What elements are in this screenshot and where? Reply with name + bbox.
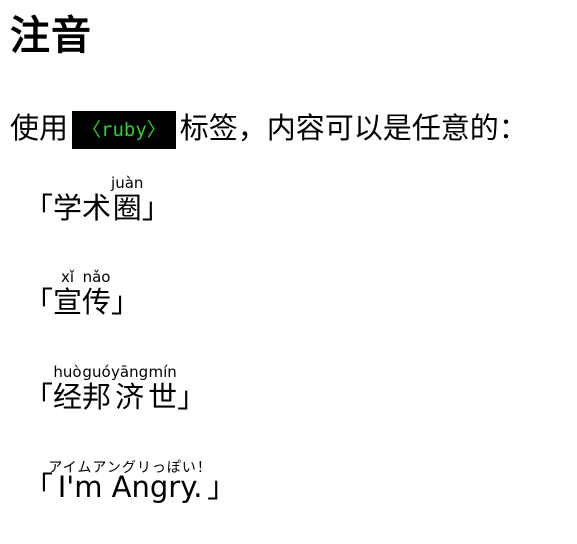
open-bracket: 「 — [24, 285, 54, 319]
ruby-text: nǎo — [82, 268, 112, 286]
ruby-base: 学术 — [53, 191, 112, 225]
ruby-text: guó — [82, 363, 112, 381]
ruby-base: 经 — [53, 380, 83, 414]
ruby-text: juàn — [111, 174, 144, 192]
ruby-annotation: 宣xǐ传nǎo — [53, 269, 112, 319]
ruby-base: 邦 — [82, 380, 112, 414]
open-bracket: 「 — [24, 380, 54, 414]
intro-text-after: 标签，内容可以是任意的： — [179, 111, 528, 145]
example-im-angry: 「I'm Angry.アイムアングリっぽい！」 — [24, 460, 236, 505]
ruby-annotation: 经huò邦guó济yāng世mín — [53, 364, 178, 414]
ruby-text: huò — [53, 363, 83, 381]
example-propaganda: 「宣xǐ传nǎo」 — [24, 269, 141, 320]
intro-text-before: 使用 — [10, 111, 69, 145]
ruby-annotation: I'm Angry.アイムアングリっぽい！ — [48, 460, 211, 504]
ruby-text: mín — [148, 363, 178, 381]
ruby-base: 宣 — [53, 285, 83, 319]
intro-line: 使用 〈ruby〉 标签，内容可以是任意的： — [10, 108, 528, 149]
close-bracket: 」 — [177, 380, 207, 414]
ruby-text: yāng — [111, 363, 149, 381]
ruby-text: アイムアングリっぽい！ — [48, 460, 212, 476]
close-bracket: 」 — [111, 285, 141, 319]
page-title: 注音 — [10, 13, 92, 59]
open-bracket: 「 — [24, 191, 54, 225]
ruby-text: xǐ — [53, 268, 83, 286]
ruby-base: 济 — [111, 380, 149, 414]
ruby-base: 传 — [82, 285, 112, 319]
ruby-base: 世 — [148, 380, 178, 414]
ruby-code-badge: 〈ruby〉 — [72, 111, 176, 149]
close-bracket: 」 — [141, 191, 171, 225]
example-governance: 「经huò邦guó济yāng世mín」 — [24, 364, 207, 415]
example-academic-circle: 「学术圈juàn」 — [24, 175, 171, 226]
page: 注音 使用 〈ruby〉 标签，内容可以是任意的： 「学术圈juàn」 「宣xǐ传n… — [0, 0, 577, 544]
ruby-base: 圈 — [111, 191, 144, 225]
ruby-annotation: 学术圈juàn — [53, 175, 144, 225]
